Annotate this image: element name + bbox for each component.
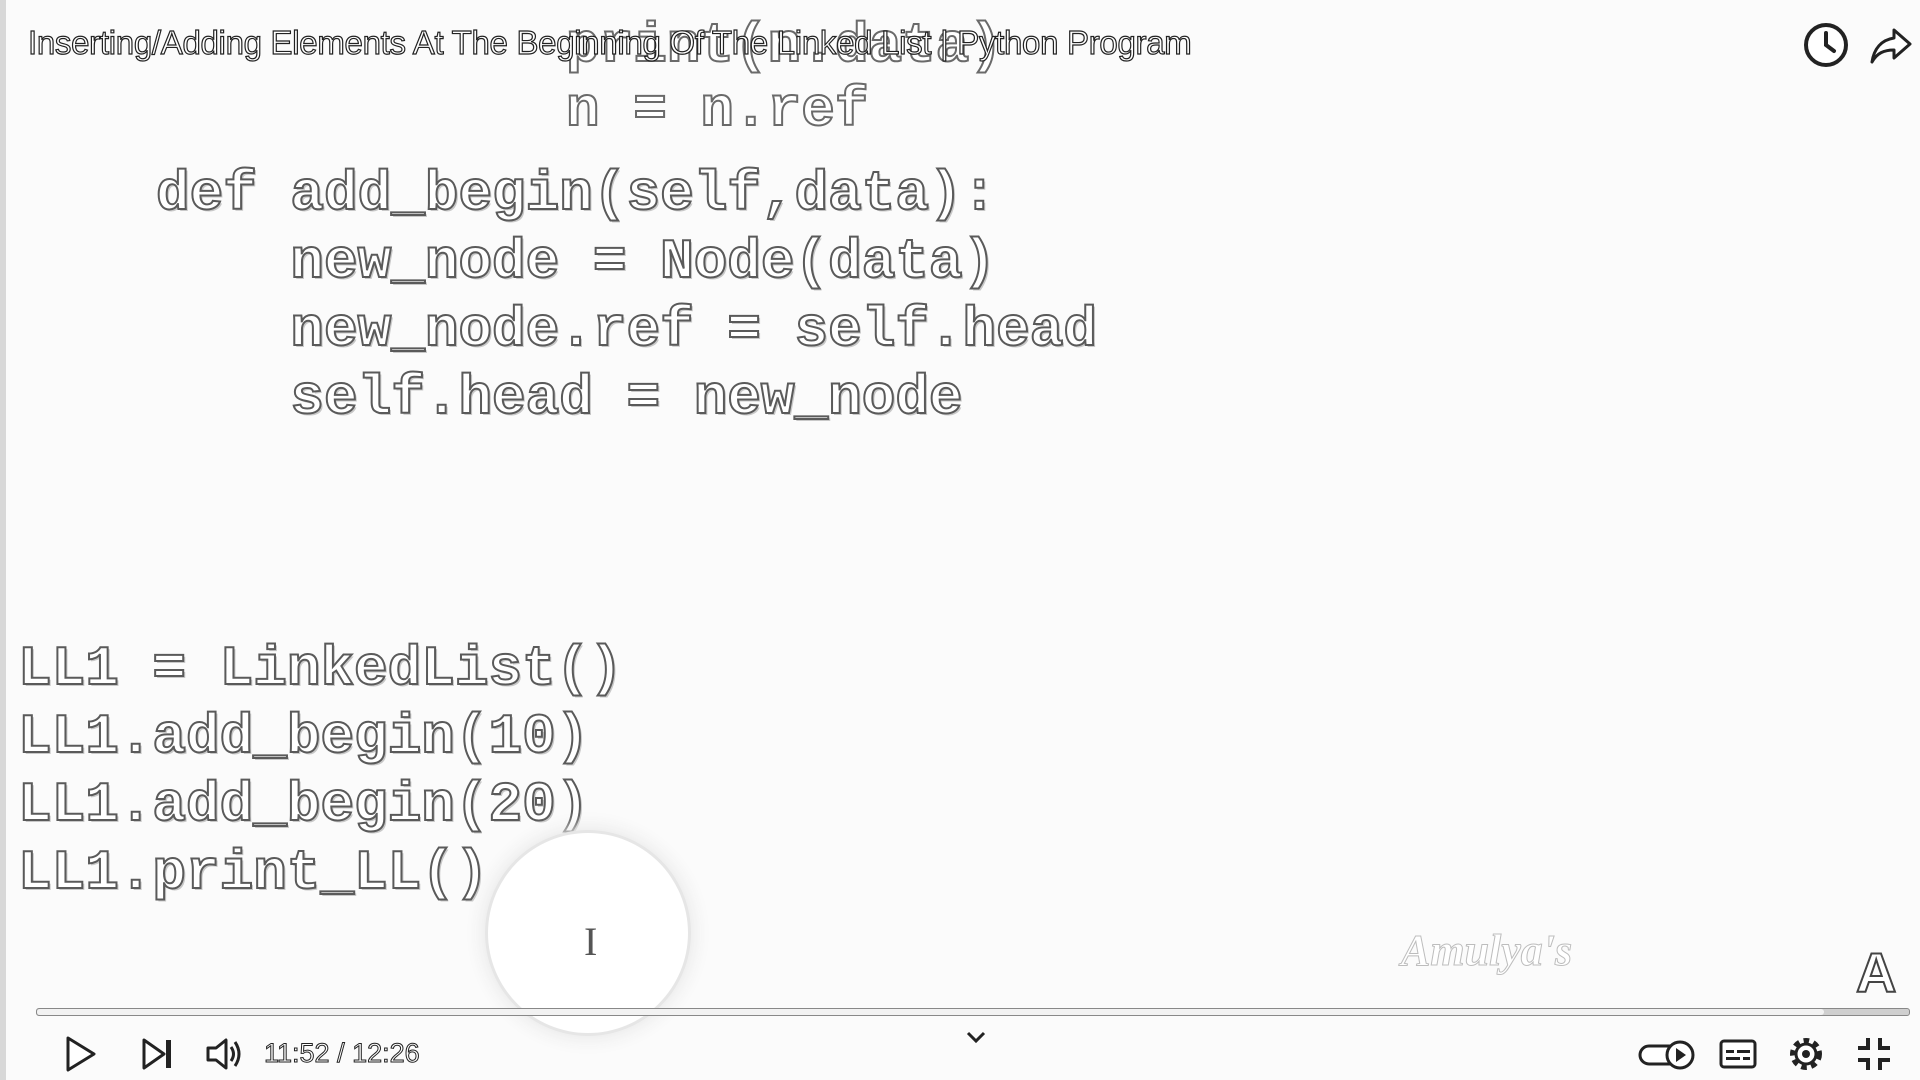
autoplay-toggle-icon <box>1638 1040 1695 1070</box>
faded-line-2: n = n.ref <box>565 77 869 143</box>
code-line: new_node = Node(data) <box>156 229 997 295</box>
settings-button[interactable] <box>1784 1032 1828 1076</box>
video-frame[interactable]: print(n.data) n = n.ref Inserting/Adding… <box>0 0 1920 1080</box>
subtitles-icon <box>1719 1039 1757 1069</box>
play-icon <box>66 1036 96 1072</box>
player-controls: 11:52 / 12:26 <box>6 1024 1920 1080</box>
code-line: LL1.print_LL() <box>17 840 489 906</box>
subtitles-button[interactable] <box>1716 1032 1760 1076</box>
next-button[interactable] <box>136 1032 180 1076</box>
gear-icon <box>1790 1038 1822 1070</box>
code-line: LL1.add_begin(20) <box>17 772 590 838</box>
autoplay-toggle[interactable] <box>1636 1032 1700 1076</box>
volume-button[interactable] <box>202 1032 246 1076</box>
code-line: LL1 = LinkedList() <box>17 636 624 702</box>
next-icon <box>142 1038 171 1070</box>
chevron-down-icon <box>966 1031 986 1044</box>
time-display: 11:52 / 12:26 <box>264 1038 421 1069</box>
watermark: Amulya's <box>1400 926 1573 976</box>
text-cursor-icon: I <box>584 919 598 964</box>
share-icon <box>1870 28 1912 64</box>
play-button[interactable] <box>58 1032 102 1076</box>
code-line: self.head = new_node <box>156 365 963 431</box>
code-line: def add_begin(self,data): <box>155 161 997 227</box>
code-line: LL1.add_begin(10) <box>17 704 590 770</box>
channel-logo[interactable]: A <box>1855 940 1897 1005</box>
clock-icon <box>1804 23 1848 67</box>
progress-played <box>37 1009 1824 1015</box>
exit-fullscreen-button[interactable] <box>1852 1032 1896 1076</box>
exit-fullscreen-icon <box>1858 1038 1890 1070</box>
video-title[interactable]: Inserting/Adding Elements At The Beginni… <box>27 23 1192 62</box>
code-line: new_node.ref = self.head <box>156 297 1098 363</box>
code-block-method: def add_begin(self,data): new_node = Nod… <box>155 160 1098 432</box>
share-button[interactable] <box>1866 20 1916 70</box>
progress-bar[interactable] <box>36 1008 1910 1016</box>
watch-later-button[interactable] <box>1801 20 1851 70</box>
volume-icon <box>206 1038 241 1070</box>
chapter-chevron-button[interactable] <box>954 1024 998 1068</box>
